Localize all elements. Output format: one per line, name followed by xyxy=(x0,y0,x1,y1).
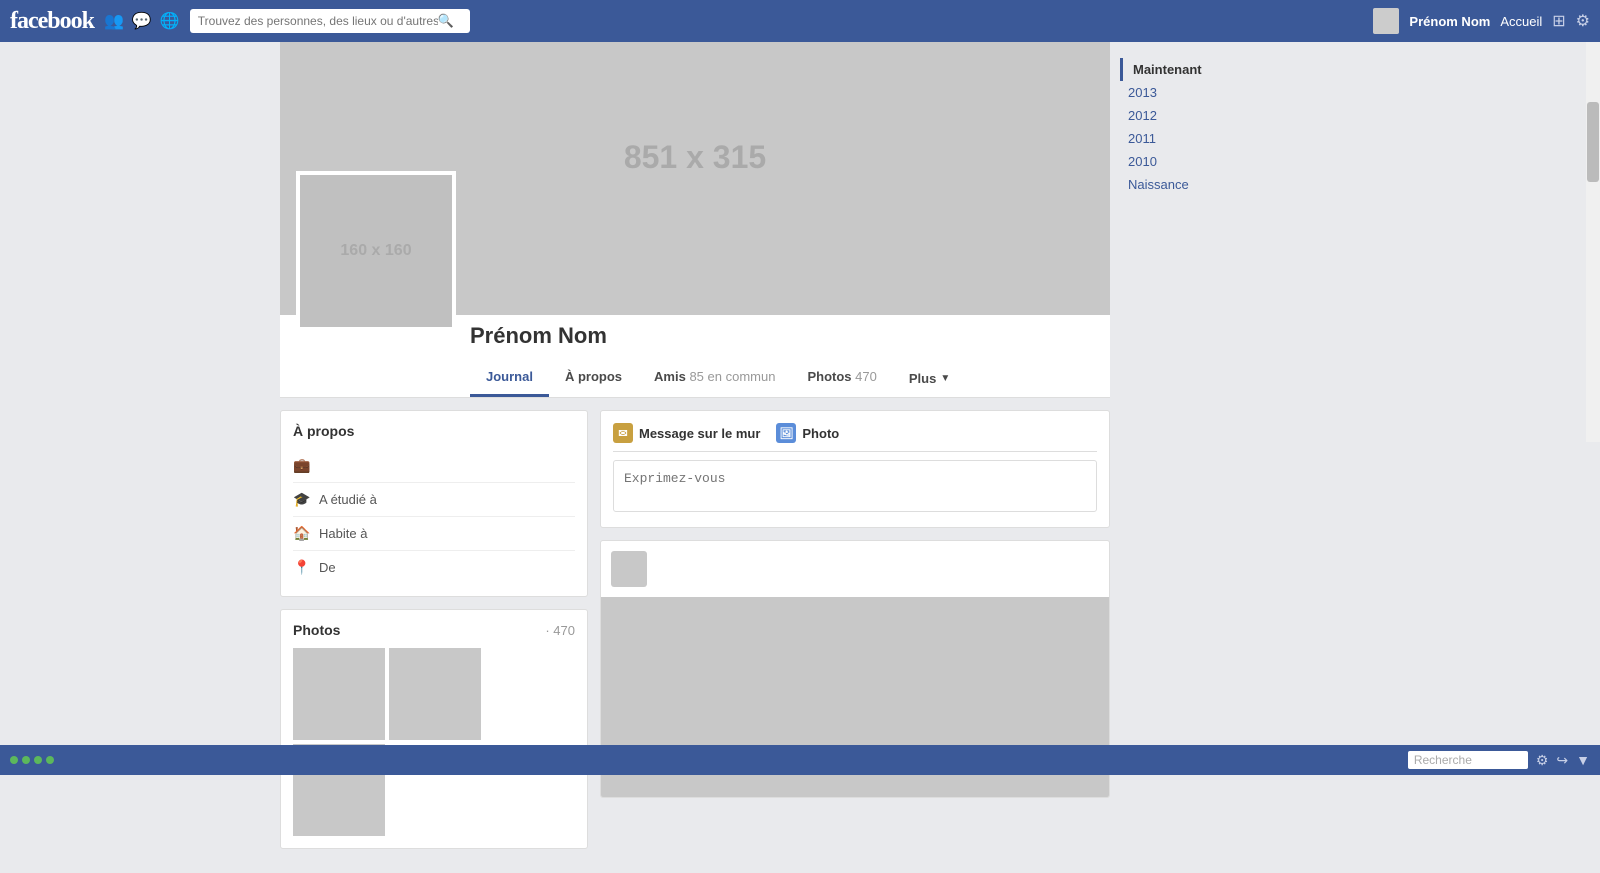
profile-pic-label: 160 x 160 xyxy=(340,242,411,260)
messages-icon[interactable]: 💬 xyxy=(132,11,152,31)
online-dot-1 xyxy=(10,756,18,764)
timeline-2012[interactable]: 2012 xyxy=(1120,104,1320,127)
feed-avatar xyxy=(611,551,647,587)
photo-tab[interactable]: 🖼 Photo xyxy=(776,423,839,443)
message-tab-icon: ✉ xyxy=(613,423,633,443)
about-widget: À propos 💼 🎓 A étudié à 🏠 Habite à xyxy=(280,410,588,597)
about-title: À propos xyxy=(293,423,575,439)
timeline-2013[interactable]: 2013 xyxy=(1120,81,1320,104)
post-box: ✉ Message sur le mur 🖼 Photo xyxy=(600,410,1110,528)
from-text: De xyxy=(319,560,336,575)
tab-photos[interactable]: Photos 470 xyxy=(791,359,892,397)
message-tab[interactable]: ✉ Message sur le mur xyxy=(613,423,760,443)
scrollbar-track[interactable] xyxy=(1586,42,1600,442)
top-navigation: facebook 👥 💬 🌐 🔍 Prénom Nom Accueil ⊞ ⚙ xyxy=(0,0,1600,42)
photos-widget-title: Photos · 470 xyxy=(293,622,575,638)
profile-picture[interactable]: 160 x 160 xyxy=(296,171,456,331)
timeline-2010[interactable]: 2010 xyxy=(1120,150,1320,173)
photo-thumb-1[interactable] xyxy=(293,648,385,740)
tab-apropos[interactable]: À propos xyxy=(549,359,638,397)
photos-count: 470 xyxy=(855,369,877,384)
nav-icons: 👥 💬 🌐 xyxy=(104,11,180,31)
globe-icon[interactable]: 🌐 xyxy=(160,11,180,31)
photos-grid xyxy=(293,648,575,836)
tab-amis[interactable]: Amis 85 en commun xyxy=(638,359,791,397)
timeline-sidebar: Maintenant 2013 2012 2011 2010 Naissance xyxy=(1110,0,1320,873)
accueil-link[interactable]: Accueil xyxy=(1500,14,1542,29)
feed-item-header xyxy=(601,541,1109,597)
lives-text: Habite à xyxy=(319,526,367,541)
photo-thumb-2[interactable] xyxy=(389,648,481,740)
timeline-maintenant[interactable]: Maintenant xyxy=(1120,58,1320,81)
bottom-right: Recherche ⚙ ↪ ▼ xyxy=(1408,751,1590,769)
facebook-logo: facebook xyxy=(10,8,94,35)
bottom-search-text: Recherche xyxy=(1414,753,1472,767)
tab-journal[interactable]: Journal xyxy=(470,359,549,397)
about-row-from: 📍 De xyxy=(293,551,575,584)
post-tabs: ✉ Message sur le mur 🖼 Photo xyxy=(613,423,1097,452)
timeline-naissance[interactable]: Naissance xyxy=(1120,173,1320,196)
home-icon: 🏠 xyxy=(293,525,311,542)
user-avatar-small xyxy=(1373,8,1399,34)
settings-icon[interactable]: ⚙ xyxy=(1576,11,1590,31)
cover-container: 851 x 315 160 x 160 Prénom Nom Journal À… xyxy=(280,0,1110,398)
post-input[interactable] xyxy=(613,460,1097,512)
timeline-list: Maintenant 2013 2012 2011 2010 Naissance xyxy=(1120,50,1320,196)
education-text: A étudié à xyxy=(319,492,377,507)
photo-tab-icon: 🖼 xyxy=(776,423,796,443)
search-bar[interactable]: 🔍 xyxy=(190,9,470,33)
profile-body: À propos 💼 🎓 A étudié à 🏠 Habite à xyxy=(280,398,1110,873)
online-dot-3 xyxy=(34,756,42,764)
search-input[interactable] xyxy=(198,14,438,28)
page-wrapper: 851 x 315 160 x 160 Prénom Nom Journal À… xyxy=(0,0,1600,873)
bottom-signout-icon[interactable]: ↪ xyxy=(1556,752,1568,769)
about-row-work: 💼 xyxy=(293,449,575,483)
bottom-bar: Recherche ⚙ ↪ ▼ xyxy=(0,745,1600,775)
about-row-education: 🎓 A étudié à xyxy=(293,483,575,517)
cover-photo: 851 x 315 160 x 160 xyxy=(280,0,1110,315)
cover-dimensions-label: 851 x 315 xyxy=(624,139,766,176)
left-column: À propos 💼 🎓 A étudié à 🏠 Habite à xyxy=(280,410,588,861)
center-column: 851 x 315 160 x 160 Prénom Nom Journal À… xyxy=(280,0,1110,873)
profile-name: Prénom Nom xyxy=(470,323,1110,355)
amis-count: 85 en commun xyxy=(689,369,775,384)
right-column: ✉ Message sur le mur 🖼 Photo xyxy=(600,410,1110,798)
tab-more[interactable]: Plus ▼ xyxy=(893,359,966,397)
bottom-expand-icon[interactable]: ▼ xyxy=(1576,752,1590,768)
profile-tabs: Journal À propos Amis 85 en commun Photo… xyxy=(470,359,1110,397)
photos-widget-count: · 470 xyxy=(545,623,575,638)
about-row-lives: 🏠 Habite à xyxy=(293,517,575,551)
search-icon: 🔍 xyxy=(438,13,454,29)
more-dropdown-icon: ▼ xyxy=(940,373,950,384)
work-icon: 💼 xyxy=(293,457,311,474)
user-name-nav[interactable]: Prénom Nom xyxy=(1409,14,1490,29)
bottom-settings-icon[interactable]: ⚙ xyxy=(1536,752,1549,769)
right-nav: Prénom Nom Accueil ⊞ ⚙ xyxy=(1373,8,1590,34)
bottom-online xyxy=(10,756,54,764)
friends-requests-icon[interactable]: ⊞ xyxy=(1552,11,1565,31)
timeline-2011[interactable]: 2011 xyxy=(1120,127,1320,150)
education-icon: 🎓 xyxy=(293,491,311,508)
online-dot-4 xyxy=(46,756,54,764)
bottom-search[interactable]: Recherche xyxy=(1408,751,1528,769)
photos-widget: Photos · 470 xyxy=(280,609,588,849)
friends-icon[interactable]: 👥 xyxy=(104,11,124,31)
scrollbar-thumb[interactable] xyxy=(1587,102,1599,182)
online-dot-2 xyxy=(22,756,30,764)
location-icon: 📍 xyxy=(293,559,311,576)
